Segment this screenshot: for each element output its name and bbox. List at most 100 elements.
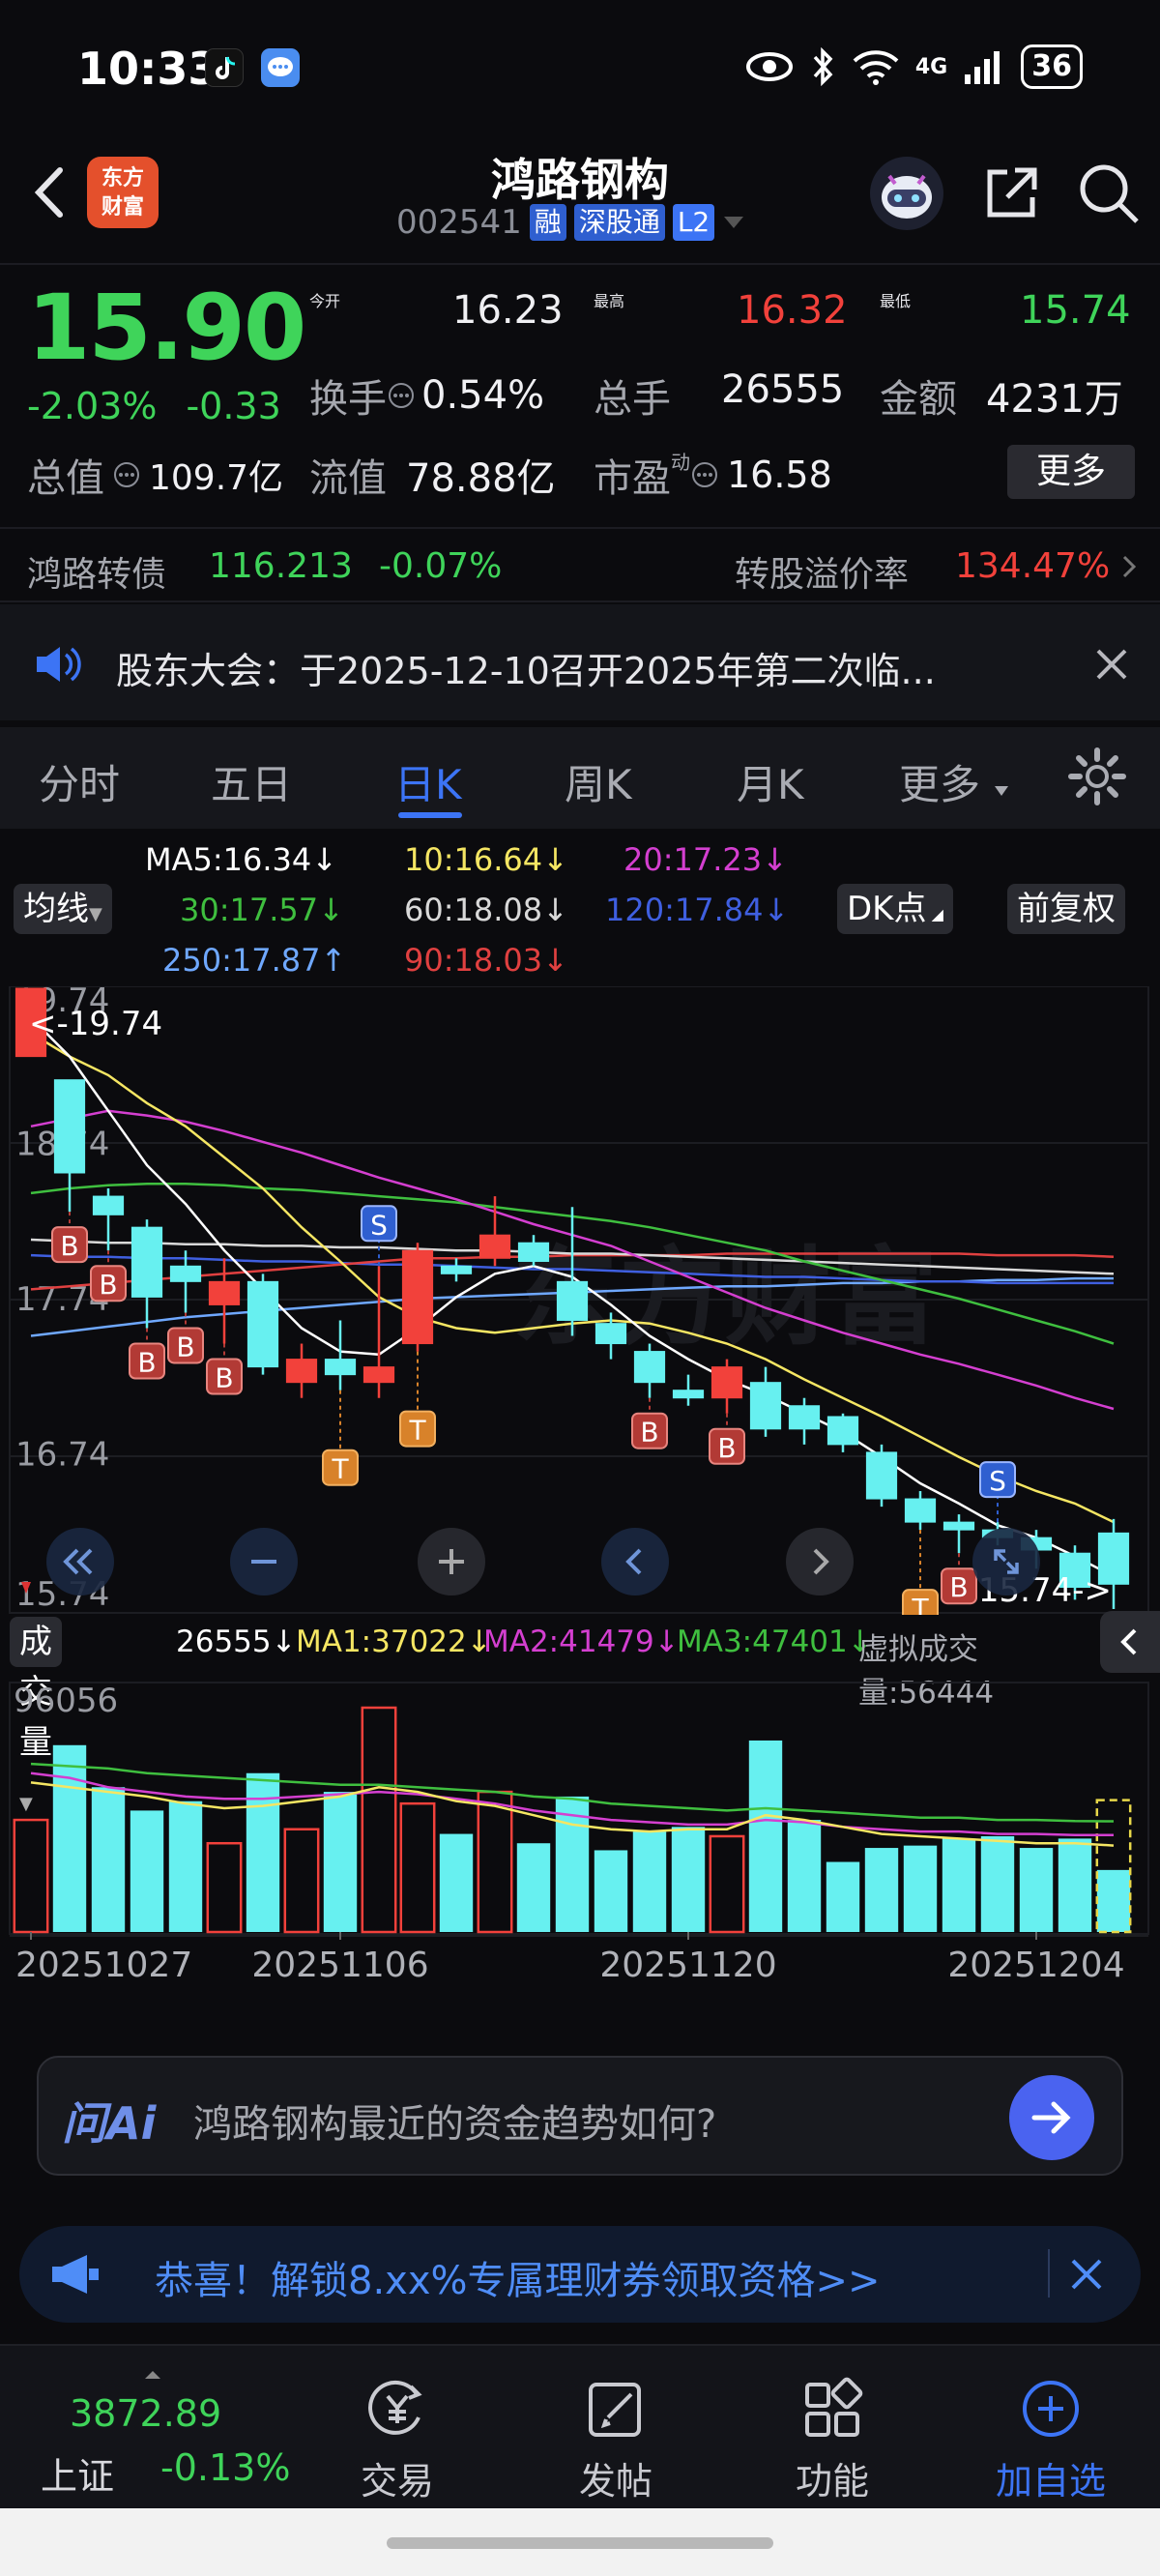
- cap-row: 总值 109.7亿: [27, 447, 283, 503]
- close-icon[interactable]: [1065, 2253, 1108, 2296]
- convertible-bond-row[interactable]: 鸿路转债 116.213 -0.07% 转股溢价率 134.47%: [0, 527, 1160, 602]
- nav-post[interactable]: 发帖: [543, 2375, 688, 2504]
- scroll-left-button[interactable]: [601, 1528, 669, 1595]
- nav-trade[interactable]: 交易: [325, 2375, 470, 2504]
- pe-field[interactable]: 市盈 动 16.58: [594, 447, 832, 503]
- stock-code-row[interactable]: 002541 融 深股通 L2: [396, 203, 745, 242]
- cb-name: 鸿路转债: [27, 555, 167, 595]
- network-type: 4G: [914, 54, 948, 79]
- nav-add-watchlist[interactable]: 加自选: [978, 2375, 1123, 2504]
- info-dots-icon: [692, 462, 717, 487]
- ai-logo: 问Ai: [62, 2097, 157, 2150]
- signal-icon: [965, 51, 1000, 84]
- low-value: 15.74: [1020, 288, 1131, 333]
- candle-down: [517, 1242, 550, 1262]
- candle-down: [904, 1498, 937, 1523]
- volume-bar-down: [130, 1810, 164, 1932]
- announcement-banner[interactable]: 股东大会：于2025-12-10召开2025年第二次临...: [0, 604, 1160, 720]
- promo-divider: [1048, 2249, 1050, 2298]
- fullscreen-button[interactable]: [972, 1528, 1040, 1595]
- double-left-arrow-icon: [63, 1548, 93, 1575]
- settings-gear-icon[interactable]: [1067, 746, 1127, 806]
- close-icon[interactable]: [1092, 645, 1131, 684]
- candle-down: [788, 1405, 821, 1430]
- candlestick-chart[interactable]: 东方财富19.7418.7417.7416.7415.74BBBBBTSTBBT…: [0, 986, 1160, 1615]
- tab-monthly-k[interactable]: 月K: [737, 752, 804, 811]
- search-icon: [1080, 164, 1139, 223]
- price-axis-label: 16.74: [15, 1436, 109, 1475]
- robot-assistant-icon: [870, 157, 943, 230]
- nav-trade-label: 交易: [360, 2460, 434, 2503]
- date-axis-label: 20251120: [599, 1946, 776, 1985]
- tab-daily-k[interactable]: 日K: [394, 752, 462, 811]
- tab-five-day[interactable]: 五日: [211, 752, 292, 811]
- share-button[interactable]: [980, 162, 1042, 228]
- home-indicator[interactable]: [387, 2537, 773, 2549]
- search-button[interactable]: [1077, 161, 1141, 229]
- index-ticker[interactable]: 3872.89 上证 -0.13%: [29, 2371, 290, 2498]
- chevron-left-icon: [1120, 1628, 1137, 1655]
- active-tab-indicator: [398, 812, 462, 818]
- volume-label: 总手: [594, 377, 671, 422]
- tab-weekly-k[interactable]: 周K: [565, 752, 632, 811]
- chart-controls: [46, 1528, 1148, 1595]
- cb-price: 116.213: [209, 546, 353, 586]
- ma20-legend: 20:17.23↓: [624, 841, 788, 878]
- volume-bar-down: [1058, 1838, 1092, 1932]
- share-icon: [987, 167, 1037, 218]
- volume-bar-up: [283, 1828, 320, 1934]
- signal-label: B: [215, 1362, 233, 1394]
- volume-chart[interactable]: 96056 20251027 20251106 20251120 20251204: [0, 1679, 1160, 1988]
- info-dots-icon[interactable]: [112, 460, 141, 489]
- date-axis-label: 20251204: [947, 1946, 1124, 1985]
- zoom-in-button[interactable]: [418, 1528, 485, 1595]
- collapse-panel-button[interactable]: [1100, 1611, 1160, 1673]
- speaker-icon: [37, 647, 81, 682]
- stock-code: 002541: [396, 203, 522, 242]
- signal-label: S: [370, 1209, 388, 1241]
- high-value: 16.32: [737, 288, 848, 333]
- ai-send-button[interactable]: [1009, 2075, 1094, 2160]
- add-circle-icon: [1023, 2381, 1079, 2437]
- volume-bar-up: [13, 1818, 49, 1934]
- more-quote-button[interactable]: 更多: [1007, 445, 1135, 499]
- candle-down: [749, 1382, 782, 1430]
- candle-down: [324, 1359, 357, 1376]
- adjust-price-button[interactable]: 前复权: [1007, 884, 1125, 934]
- candle-down: [169, 1265, 202, 1282]
- index-change: -0.13%: [160, 2446, 291, 2489]
- amount-value: 4231万: [986, 377, 1123, 422]
- zoom-out-icon: [251, 1560, 276, 1564]
- robot-assistant-button[interactable]: [868, 155, 945, 236]
- volume-indicator-select[interactable]: 成交量 ▼: [10, 1617, 62, 1814]
- dk-point-button[interactable]: DK点 ◢: [837, 884, 953, 934]
- bottom-navigation: 3872.89 上证 -0.13% 交易 发帖 功能 加自选: [0, 2344, 1160, 2508]
- zoom-out-button[interactable]: [230, 1528, 298, 1595]
- volume-bar-up: [399, 1801, 436, 1934]
- candle-down: [440, 1265, 473, 1274]
- wifi-icon: [853, 50, 899, 85]
- candle-down: [92, 1195, 125, 1215]
- megaphone-icon: [52, 2255, 99, 2294]
- signal-label: B: [137, 1346, 156, 1378]
- signal-label: T: [331, 1453, 349, 1485]
- jump-start-button[interactable]: [46, 1528, 114, 1595]
- signal-label: B: [640, 1417, 658, 1449]
- turnover-label: 换手: [309, 377, 387, 422]
- message-app-icon: [261, 48, 300, 87]
- tab-more[interactable]: 更多: [899, 752, 1010, 811]
- status-time: 10:33: [77, 43, 219, 95]
- left-arrow-icon: [625, 1548, 642, 1575]
- signal-label: T: [408, 1415, 426, 1447]
- promo-banner[interactable]: 恭喜！解锁8.xx%专属理财券领取资格>>: [19, 2226, 1141, 2323]
- turnover-field[interactable]: 换手 0.54%: [309, 367, 544, 424]
- chevron-right-icon: [1122, 555, 1137, 578]
- bluetooth-icon: [813, 47, 833, 86]
- nav-functions[interactable]: 功能: [760, 2375, 905, 2504]
- scroll-right-button[interactable]: [786, 1528, 854, 1595]
- indicator-select[interactable]: 均线▼: [14, 884, 112, 934]
- mktcap-value: 109.7亿: [149, 458, 284, 498]
- ai-ask-box[interactable]: 问Ai 鸿路钢构最近的资金趋势如何?: [37, 2056, 1123, 2176]
- open-label: 今开: [309, 292, 341, 310]
- tab-intraday[interactable]: 分时: [39, 752, 120, 811]
